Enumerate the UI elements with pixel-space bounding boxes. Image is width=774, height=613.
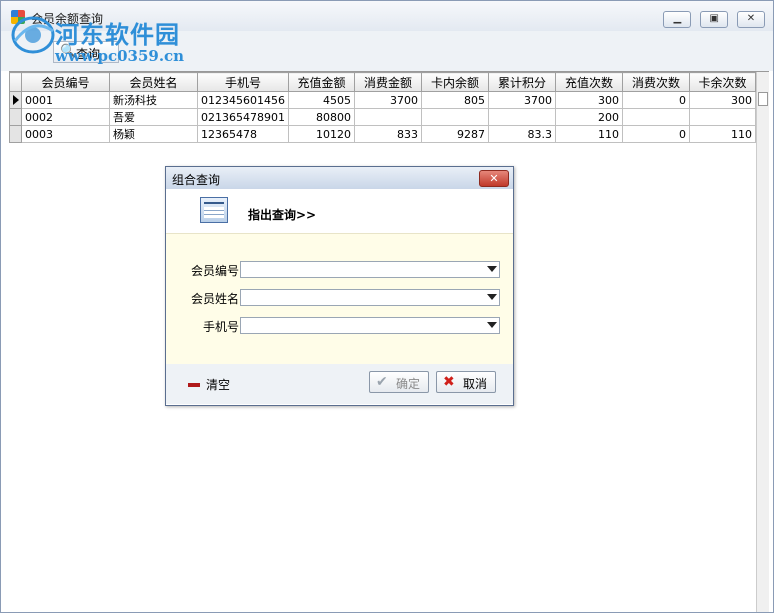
table-row[interactable]: 0003 杨颖 12365478 10120 833 9287 83.3 110 0 110	[9, 125, 756, 143]
cross-icon: ✖	[443, 374, 455, 390]
dialog-header: 指出查询>>	[166, 189, 513, 233]
column-header[interactable]: 消费金额	[353, 72, 422, 92]
table-cell[interactable]: 9287	[420, 125, 489, 143]
maximize-icon: ▣	[709, 13, 719, 24]
table-cell[interactable]	[688, 108, 756, 126]
table-cell[interactable]: 吾爱	[109, 108, 198, 126]
column-header[interactable]: 卡余次数	[688, 72, 756, 92]
checkmark-icon: ✔	[376, 374, 388, 390]
dialog-close-button[interactable]: ✕	[479, 170, 509, 187]
column-header[interactable]: 累计积分	[487, 72, 556, 92]
table-cell[interactable]: 80800	[287, 108, 355, 126]
row-indicator[interactable]	[9, 91, 22, 109]
table-cell[interactable]: 新汤科技	[109, 91, 198, 109]
table-row[interactable]: 0002 吾爱 021365478901 80800 200	[9, 108, 756, 126]
table-cell[interactable]: 0	[621, 125, 690, 143]
table-cell[interactable]	[487, 108, 556, 126]
cancel-label: 取消	[463, 377, 488, 391]
minimize-icon: ▁	[673, 13, 682, 24]
chevron-down-icon[interactable]	[487, 294, 497, 300]
cancel-button[interactable]: ✖ 取消	[436, 371, 496, 393]
column-header[interactable]: 消费次数	[621, 72, 690, 92]
column-header[interactable]: 会员编号	[21, 72, 110, 92]
table-cell[interactable]: 83.3	[487, 125, 556, 143]
title-bar: 会员余额查询 ▁ ▣ ✕	[1, 1, 773, 31]
row-indicator[interactable]	[9, 125, 22, 143]
phone-combo[interactable]	[240, 317, 500, 334]
dialog-heading: 指出查询>>	[248, 208, 317, 222]
member-table: 会员编号 会员姓名 手机号 充值金额 消费金额 卡内余额 累计积分 充值次数 消费次数 卡余次数 …	[9, 72, 756, 143]
table-cell[interactable]: 300	[688, 91, 756, 109]
column-header[interactable]: 充值金额	[287, 72, 355, 92]
dialog-title: 组合查询	[172, 173, 221, 187]
close-button[interactable]: ✕	[737, 11, 765, 28]
dialog-form: 会员编号 会员姓名 手机号	[166, 233, 513, 365]
column-header[interactable]: 手机号	[197, 72, 289, 92]
combined-query-dialog: 组合查询 ✕ 指出查询>> 会员编号 会员姓名 手机号 清空 ✔ 确定 ✖ 取消	[165, 166, 514, 406]
column-header[interactable]: 卡内余额	[420, 72, 489, 92]
minus-icon	[188, 382, 200, 387]
table-cell[interactable]: 021365478901	[197, 108, 289, 126]
dialog-title-bar: 组合查询 ✕	[166, 167, 513, 189]
scrollbar-thumb[interactable]	[758, 92, 768, 106]
form-icon	[200, 197, 228, 223]
chevron-down-icon[interactable]	[487, 322, 497, 328]
table-cell[interactable]: 12365478	[197, 125, 289, 143]
table-cell[interactable]: 0001	[21, 91, 110, 109]
chevron-down-icon[interactable]	[487, 266, 497, 272]
clear-button[interactable]: 清空	[188, 376, 230, 393]
dialog-footer: 清空 ✔ 确定 ✖ 取消	[166, 364, 513, 404]
member-id-label: 会员编号	[190, 264, 239, 278]
table-cell[interactable]	[621, 108, 690, 126]
table-cell[interactable]: 3700	[487, 91, 556, 109]
query-button[interactable]: 🔍 查询	[53, 41, 119, 63]
table-cell[interactable]: 4505	[287, 91, 355, 109]
toolbar: 🔍 查询	[1, 31, 773, 71]
vertical-scrollbar[interactable]	[756, 72, 769, 612]
clear-label: 清空	[206, 378, 231, 392]
table-cell[interactable]: 110	[688, 125, 756, 143]
table-cell[interactable]: 200	[554, 108, 623, 126]
table-cell[interactable]: 012345601456	[197, 91, 289, 109]
table-row[interactable]: 0001 新汤科技 012345601456 4505 3700 805 3700 300 0 3…	[9, 91, 756, 109]
table-cell[interactable]: 110	[554, 125, 623, 143]
member-name-combo[interactable]	[240, 289, 500, 306]
row-indicator[interactable]	[9, 108, 22, 126]
ok-button[interactable]: ✔ 确定	[369, 371, 429, 393]
minimize-button[interactable]: ▁	[663, 11, 692, 28]
table-cell[interactable]: 0002	[21, 108, 110, 126]
table-cell[interactable]: 0003	[21, 125, 110, 143]
table-cell[interactable]: 3700	[353, 91, 422, 109]
table-cell[interactable]	[420, 108, 489, 126]
table-cell[interactable]: 杨颖	[109, 125, 198, 143]
search-icon: 🔍	[60, 44, 77, 59]
ok-label: 确定	[396, 377, 421, 391]
row-indicator-header	[9, 72, 22, 92]
table-cell[interactable]	[353, 108, 422, 126]
close-icon: ✕	[489, 172, 499, 185]
maximize-button[interactable]: ▣	[700, 11, 729, 28]
member-id-combo[interactable]	[240, 261, 500, 278]
table-cell[interactable]: 0	[621, 91, 690, 109]
close-icon: ✕	[746, 13, 756, 24]
app-icon	[11, 10, 25, 24]
window-title: 会员余额查询	[31, 12, 104, 26]
column-header[interactable]: 会员姓名	[109, 72, 198, 92]
member-name-label: 会员姓名	[190, 292, 239, 306]
table-cell[interactable]: 805	[420, 91, 489, 109]
table-cell[interactable]: 10120	[287, 125, 355, 143]
table-cell[interactable]: 833	[353, 125, 422, 143]
column-header[interactable]: 充值次数	[554, 72, 623, 92]
query-button-label: 查询	[76, 47, 101, 61]
table-cell[interactable]: 300	[554, 91, 623, 109]
phone-label: 手机号	[202, 320, 239, 334]
